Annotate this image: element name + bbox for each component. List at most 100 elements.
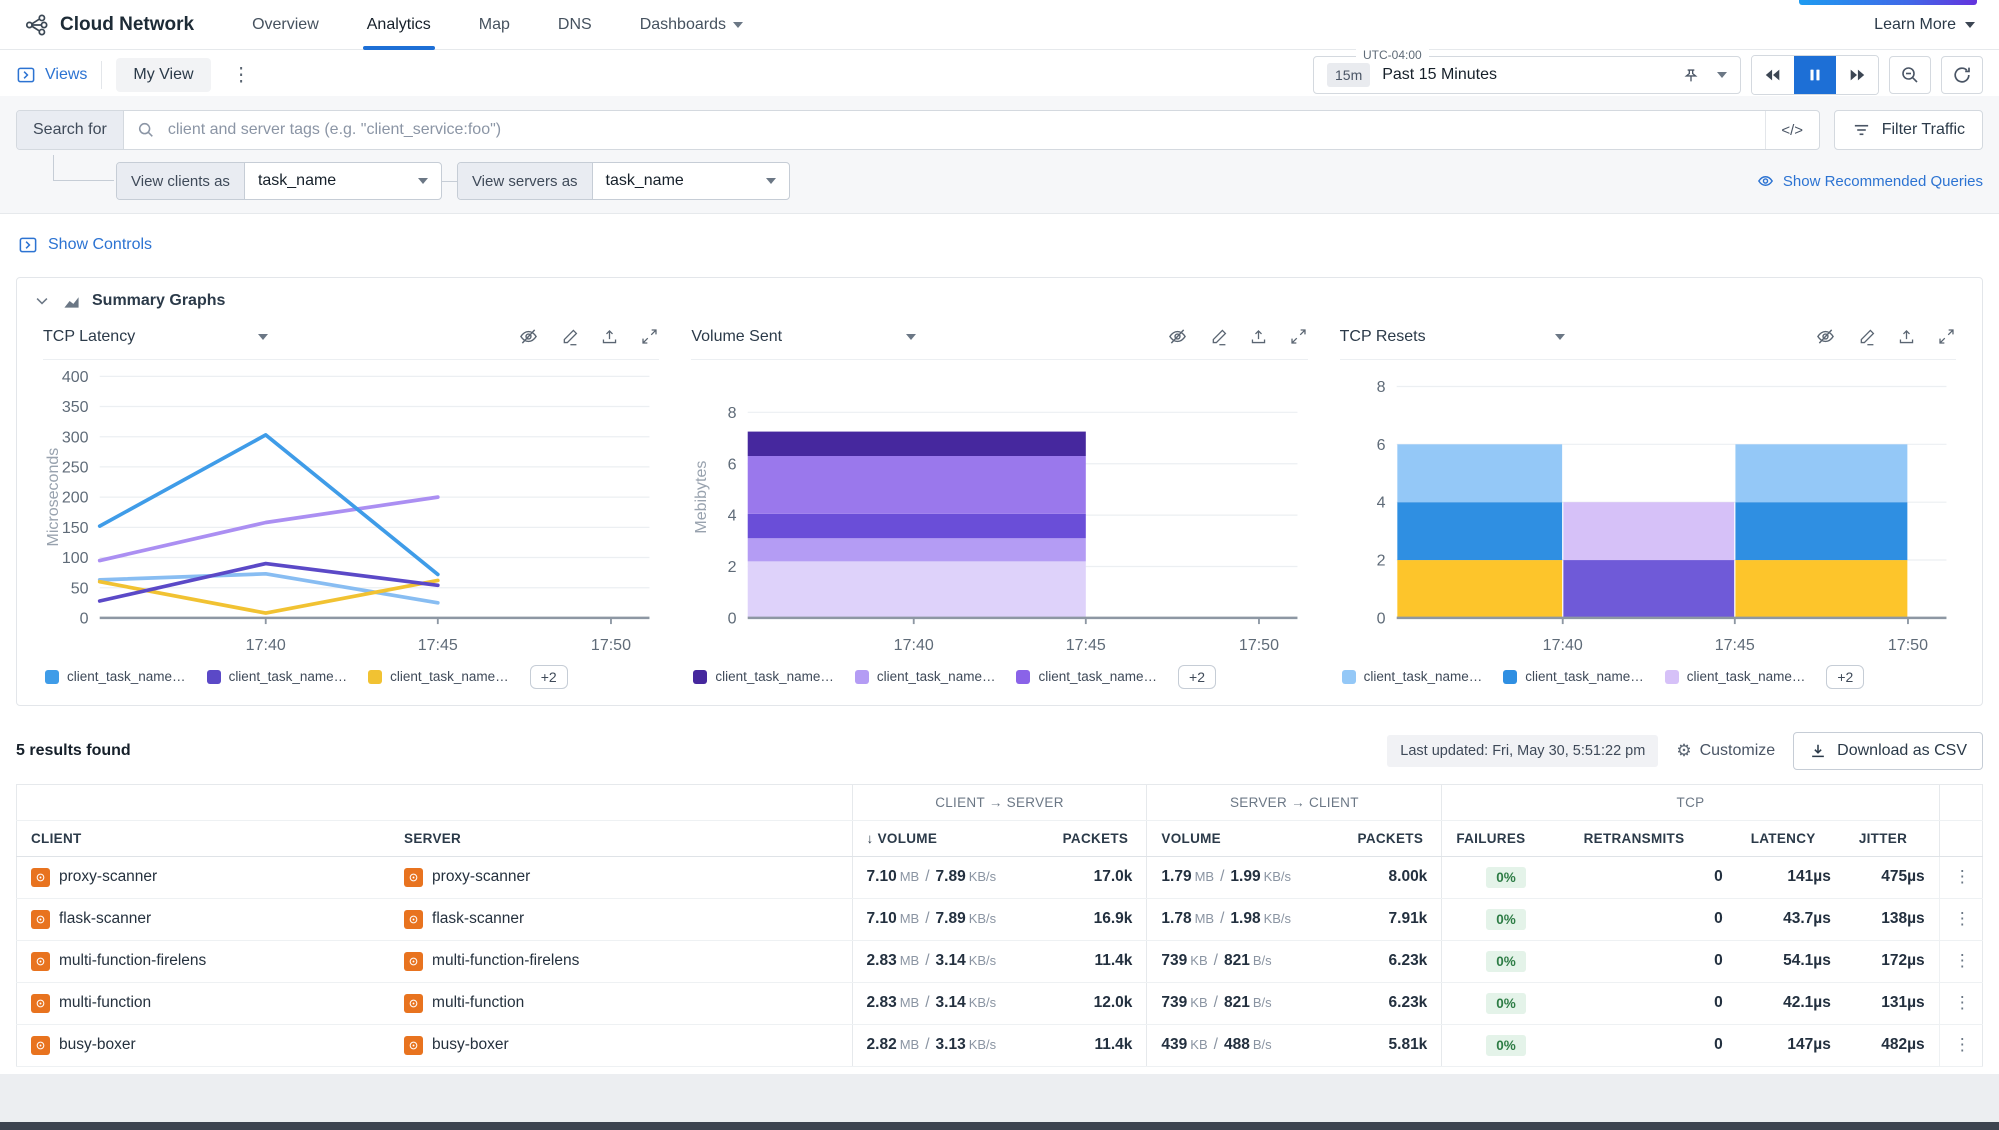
table-row[interactable]: multi-function-firelens multi-function-f…: [17, 940, 1983, 982]
nav-item-map[interactable]: Map: [455, 0, 534, 50]
view-clients-as-select[interactable]: task_name: [245, 163, 441, 199]
row-menu-button[interactable]: ⋮: [1939, 1024, 1982, 1066]
volume-sent-chart[interactable]: 0246817:4017:4517:50Mebibytes: [691, 364, 1307, 660]
nav-item-analytics[interactable]: Analytics: [343, 0, 455, 50]
tcp-resets-chart[interactable]: 0246817:4017:4517:50: [1340, 364, 1956, 660]
server-cell[interactable]: multi-function-firelens: [404, 952, 838, 971]
row-menu-button[interactable]: ⋮: [1939, 898, 1982, 940]
col-cs-packets[interactable]: PACKETS: [1049, 820, 1147, 856]
search-input[interactable]: [166, 120, 1765, 140]
learn-more-button[interactable]: Learn More: [1874, 16, 1975, 34]
client-cell[interactable]: flask-scanner: [31, 910, 376, 929]
download-csv-button[interactable]: Download as CSV: [1793, 732, 1983, 770]
legend-item[interactable]: client_task_name…: [45, 669, 186, 684]
legend-item[interactable]: client_task_name…: [1016, 669, 1157, 684]
volume-sent-legend: client_task_name… client_task_name… client…: [691, 660, 1307, 693]
pause-button[interactable]: [1794, 56, 1836, 94]
table-row[interactable]: busy-boxer busy-boxer 2.82MB/3.13KB/s 11…: [17, 1024, 1983, 1066]
chart-selector-tcp-resets[interactable]: TCP Resets: [1340, 328, 1565, 346]
hide-graph-icon[interactable]: [1167, 327, 1188, 346]
gear-icon: ⚙: [1676, 741, 1691, 761]
table-row[interactable]: flask-scanner flask-scanner 7.10MB/7.89K…: [17, 898, 1983, 940]
legend-more-badge[interactable]: +2: [1826, 665, 1864, 689]
summary-graphs-title: Summary Graphs: [92, 292, 225, 310]
zoom-out-button[interactable]: [1889, 56, 1931, 94]
edit-icon[interactable]: [560, 327, 579, 346]
current-view-tab[interactable]: My View: [116, 58, 210, 92]
views-button[interactable]: Views: [16, 65, 87, 85]
server-cell[interactable]: busy-boxer: [404, 1036, 838, 1055]
edit-icon[interactable]: [1857, 327, 1876, 346]
panel-expand-icon: [16, 65, 36, 85]
tcp-latency-chart[interactable]: 05010015020025030035040017:4017:4517:50M…: [43, 364, 659, 660]
chart-selector-volume-sent[interactable]: Volume Sent: [691, 328, 916, 346]
filter-traffic-button[interactable]: Filter Traffic: [1834, 110, 1983, 150]
nav-item-overview[interactable]: Overview: [228, 0, 343, 50]
client-cell[interactable]: multi-function-firelens: [31, 952, 376, 971]
table-group-header-row: CLIENT → SERVER SERVER → CLIENT TCP: [17, 784, 1983, 820]
customize-button[interactable]: ⚙ Customize: [1676, 741, 1775, 761]
server-cell[interactable]: multi-function: [404, 994, 838, 1013]
col-client[interactable]: CLIENT: [17, 820, 391, 856]
server-cell[interactable]: flask-scanner: [404, 910, 838, 929]
time-backward-button[interactable]: [1752, 56, 1794, 94]
server-cell[interactable]: proxy-scanner: [404, 868, 838, 887]
failures-badge: 0%: [1486, 1035, 1526, 1056]
export-icon[interactable]: [1897, 327, 1916, 346]
legend-label: client_task_name…: [877, 669, 996, 684]
export-icon[interactable]: [1249, 327, 1268, 346]
hide-graph-icon[interactable]: [1815, 327, 1836, 346]
col-cs-volume[interactable]: ↓VOLUME: [852, 820, 1049, 856]
pin-icon[interactable]: [1681, 66, 1701, 85]
expand-icon[interactable]: [1289, 327, 1308, 346]
row-menu-button[interactable]: ⋮: [1939, 982, 1982, 1024]
col-sc-packets[interactable]: PACKETS: [1344, 820, 1442, 856]
tcp-latency-legend: client_task_name… client_task_name… client…: [43, 660, 659, 693]
legend-item[interactable]: client_task_name…: [693, 669, 834, 684]
chart-panel-volume-sent: Volume Sent 0246817:4017:4517:50Mebibyte…: [675, 314, 1323, 693]
client-name: multi-function: [59, 994, 151, 1012]
legend-item[interactable]: client_task_name…: [855, 669, 996, 684]
query-syntax-toggle[interactable]: </>: [1765, 111, 1819, 149]
row-menu-button[interactable]: ⋮: [1939, 856, 1982, 898]
value-separator: /: [1214, 952, 1218, 969]
col-server[interactable]: SERVER: [390, 820, 852, 856]
chart-selector-tcp-latency[interactable]: TCP Latency: [43, 328, 268, 346]
client-cell[interactable]: busy-boxer: [31, 1036, 376, 1055]
legend-item[interactable]: client_task_name…: [1342, 669, 1483, 684]
svg-text:0: 0: [728, 609, 737, 627]
export-icon[interactable]: [600, 327, 619, 346]
client-cell[interactable]: proxy-scanner: [31, 868, 376, 887]
col-retransmits[interactable]: RETRANSMITS: [1570, 820, 1737, 856]
table-row[interactable]: multi-function multi-function 2.83MB/3.1…: [17, 982, 1983, 1024]
legend-item[interactable]: client_task_name…: [1503, 669, 1644, 684]
col-failures[interactable]: FAILURES: [1442, 820, 1570, 856]
nav-item-dns[interactable]: DNS: [534, 0, 616, 50]
expand-icon[interactable]: [640, 327, 659, 346]
refresh-button[interactable]: [1941, 56, 1983, 94]
view-servers-as-select[interactable]: task_name: [593, 163, 789, 199]
legend-item[interactable]: client_task_name…: [207, 669, 348, 684]
expand-icon[interactable]: [1937, 327, 1956, 346]
show-recommended-queries-link[interactable]: Show Recommended Queries: [1756, 173, 1983, 190]
row-menu-button[interactable]: ⋮: [1939, 940, 1982, 982]
col-latency[interactable]: LATENCY: [1737, 820, 1845, 856]
view-toolbar: Views My View ⋮ UTC-04:00 15m Past 15 Mi…: [0, 50, 1999, 96]
legend-item[interactable]: client_task_name…: [1665, 669, 1806, 684]
legend-more-badge[interactable]: +2: [530, 665, 568, 689]
hide-graph-icon[interactable]: [518, 327, 539, 346]
svg-text:17:40: 17:40: [246, 636, 286, 654]
col-sc-volume[interactable]: VOLUME: [1147, 820, 1344, 856]
collapse-chevron-icon[interactable]: [33, 292, 51, 310]
legend-more-badge[interactable]: +2: [1178, 665, 1216, 689]
col-jitter[interactable]: JITTER: [1845, 820, 1939, 856]
nav-item-dashboards[interactable]: Dashboards: [616, 0, 767, 50]
time-range-picker[interactable]: UTC-04:00 15m Past 15 Minutes: [1313, 56, 1741, 94]
time-forward-button[interactable]: [1836, 56, 1878, 94]
client-cell[interactable]: multi-function: [31, 994, 376, 1013]
show-controls-link[interactable]: Show Controls: [18, 235, 152, 255]
edit-icon[interactable]: [1209, 327, 1228, 346]
legend-item[interactable]: client_task_name…: [368, 669, 509, 684]
table-row[interactable]: proxy-scanner proxy-scanner 7.10MB/7.89K…: [17, 856, 1983, 898]
view-options-kebab[interactable]: ⋮: [225, 64, 258, 87]
